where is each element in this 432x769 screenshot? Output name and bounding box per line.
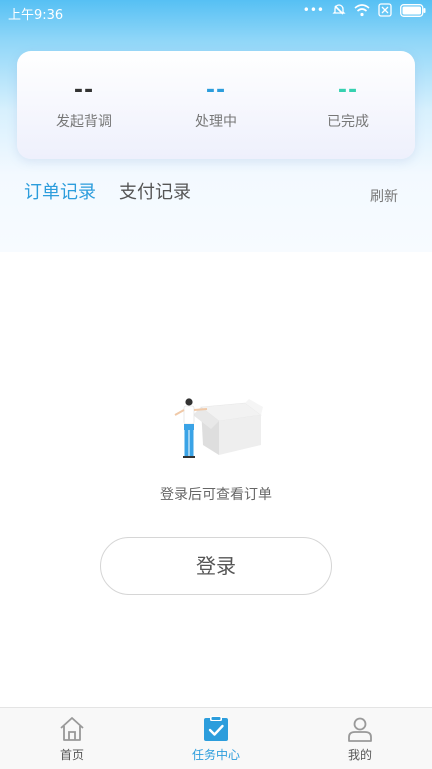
alarm-off-icon xyxy=(332,4,346,15)
empty-state-message: 登录后可查看订单 xyxy=(160,487,272,503)
stat-completed[interactable]: -- 已完成 xyxy=(283,79,413,131)
sim-card-icon xyxy=(378,3,392,17)
login-button[interactable]: 登录 xyxy=(100,537,332,595)
tab-order-records[interactable]: 订单记录 xyxy=(24,178,96,204)
person-icon xyxy=(348,717,372,742)
nav-mine[interactable]: 我的 xyxy=(288,708,432,769)
nav-task-center[interactable]: 任务中心 xyxy=(144,708,288,769)
empty-box-illustration xyxy=(174,398,263,458)
nav-home-label: 首页 xyxy=(59,748,84,762)
wifi-icon xyxy=(354,3,370,16)
stat-processing-value: -- xyxy=(205,78,227,103)
stat-initiated-label: 发起背调 xyxy=(56,114,112,130)
task-check-icon xyxy=(204,716,228,741)
stat-processing-label: 处理中 xyxy=(195,114,237,130)
refresh-button[interactable]: 刷新 xyxy=(370,186,398,206)
home-icon xyxy=(60,717,84,741)
battery-icon xyxy=(400,3,426,17)
status-bar: 上午9:36 ••• xyxy=(0,0,432,24)
stat-completed-label: 已完成 xyxy=(327,114,369,130)
status-icons: ••• xyxy=(303,3,426,17)
record-tabs: 订单记录 支付记录 刷新 xyxy=(0,178,432,210)
more-dots-icon: ••• xyxy=(302,3,324,17)
nav-task-center-label: 任务中心 xyxy=(191,748,240,762)
bottom-nav: 首页 任务中心 我的 xyxy=(0,707,432,769)
stat-processing[interactable]: -- 处理中 xyxy=(151,79,281,131)
stats-card: -- 发起背调 -- 处理中 -- 已完成 xyxy=(17,51,415,159)
nav-mine-label: 我的 xyxy=(347,748,372,762)
nav-home[interactable]: 首页 xyxy=(0,708,144,769)
stat-completed-value: -- xyxy=(337,78,359,103)
status-time: 上午9:36 xyxy=(8,8,64,23)
tab-payment-records[interactable]: 支付记录 xyxy=(119,178,191,204)
stat-initiated-value: -- xyxy=(73,78,95,103)
stat-initiated[interactable]: -- 发起背调 xyxy=(19,79,149,131)
